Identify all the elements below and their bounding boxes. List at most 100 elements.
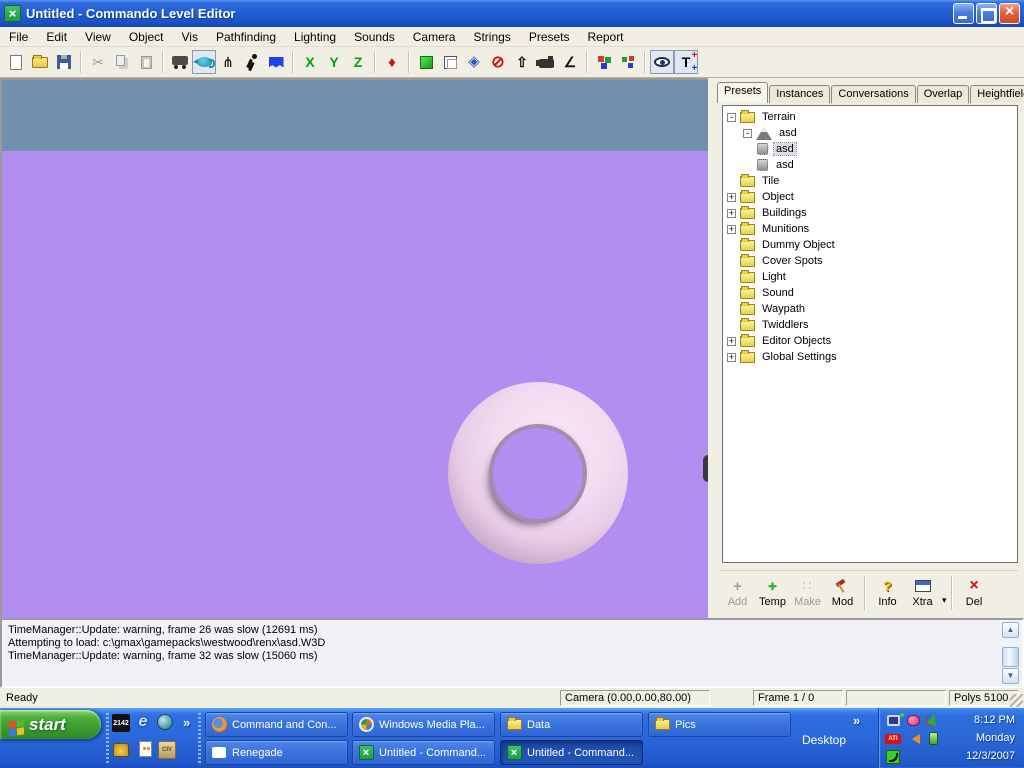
tree-item-object[interactable]: + Object — [725, 189, 1015, 205]
desktop-toolbar-chevron[interactable]: » — [853, 713, 860, 728]
torus-object[interactable] — [448, 382, 628, 564]
task-renegade[interactable]: Renegade — [205, 740, 348, 765]
wire-cube-button[interactable] — [438, 50, 462, 74]
menu-view[interactable]: View — [76, 28, 120, 46]
walk-mode-button[interactable] — [240, 50, 264, 74]
tree-item-munitions[interactable]: + Munitions — [725, 221, 1015, 237]
save-button[interactable] — [52, 50, 76, 74]
temp-button[interactable]: + Temp — [755, 573, 790, 613]
taskband-handle[interactable] — [198, 713, 201, 763]
tab-conversations[interactable]: Conversations — [831, 85, 915, 103]
menu-sounds[interactable]: Sounds — [345, 28, 404, 46]
task-untitled-commando-2[interactable]: Untitled - Command... — [500, 740, 643, 765]
expand-icon[interactable]: + — [727, 225, 736, 234]
x-axis-button[interactable]: X — [298, 50, 322, 74]
ati-tray-icon[interactable]: ATI — [885, 731, 901, 747]
scroll-up-icon[interactable]: ▲ — [1002, 622, 1019, 638]
maximize-button[interactable] — [976, 3, 997, 24]
vis-disable-button[interactable]: ⊘ — [486, 50, 510, 74]
tree-item-global-settings[interactable]: + Global Settings — [725, 349, 1015, 365]
dolly-camera-button[interactable] — [168, 50, 192, 74]
copy-button[interactable] — [110, 50, 134, 74]
expand-icon[interactable]: + — [727, 353, 736, 362]
scatter-cubes-button[interactable] — [616, 50, 640, 74]
quicklaunch-2142-icon[interactable]: 2142 — [112, 714, 130, 732]
make-button[interactable]: ∷ Make — [790, 573, 825, 613]
expand-icon[interactable]: + — [727, 193, 736, 202]
tree-item-editor-objects[interactable]: + Editor Objects — [725, 333, 1015, 349]
info-button[interactable]: ? Info — [870, 573, 905, 613]
device-tray-icon[interactable] — [925, 730, 941, 746]
messenger-tray-icon[interactable] — [905, 712, 921, 728]
tree-item-asd[interactable]: - asd — [725, 125, 1015, 141]
teapot-render-button[interactable] — [192, 50, 216, 74]
xtra-button[interactable]: Xtra — [905, 573, 940, 613]
expand-icon[interactable]: + — [727, 337, 736, 346]
log-output[interactable]: TimeManager::Update: warning, frame 26 w… — [0, 618, 1024, 688]
tree-item-asd-child[interactable]: asd — [725, 157, 1015, 173]
camera-button[interactable] — [534, 50, 558, 74]
menu-object[interactable]: Object — [120, 28, 173, 46]
task-windows-media-player[interactable]: Windows Media Pla... — [352, 712, 495, 737]
start-button[interactable]: start — [0, 710, 101, 739]
tree-item-cover-spots[interactable]: Cover Spots — [725, 253, 1015, 269]
tab-heightfield[interactable]: Heightfield — [970, 85, 1024, 103]
menu-pathfinding[interactable]: Pathfinding — [207, 28, 285, 46]
task-untitled-commando-1[interactable]: Untitled - Command... — [352, 740, 495, 765]
spinner-button[interactable]: ♦ — [380, 50, 404, 74]
quicklaunch-document-icon[interactable] — [136, 740, 154, 758]
tree-item-tile[interactable]: Tile — [725, 173, 1015, 189]
3d-viewport[interactable] — [0, 78, 708, 618]
menu-presets[interactable]: Presets — [520, 28, 579, 46]
new-button[interactable] — [4, 50, 28, 74]
task-pics-folder[interactable]: Pics — [648, 712, 791, 737]
resize-grip[interactable] — [1010, 694, 1023, 707]
solid-cube-button[interactable] — [414, 50, 438, 74]
tree-item-dummy-object[interactable]: Dummy Object — [725, 237, 1015, 253]
tree-item-twiddlers[interactable]: Twiddlers — [725, 317, 1015, 333]
vis-point-button[interactable]: ◈ — [462, 50, 486, 74]
xtra-dropdown-arrow[interactable]: ▾ — [942, 595, 947, 606]
tab-instances[interactable]: Instances — [769, 85, 830, 103]
tree-item-sound[interactable]: Sound — [725, 285, 1015, 301]
quicklaunch-chevron[interactable]: » — [183, 715, 190, 730]
minimize-button[interactable] — [953, 3, 974, 24]
cut-button[interactable]: ✂ — [86, 50, 110, 74]
add-button[interactable]: + Add — [720, 573, 755, 613]
volume-tray-icon[interactable] — [905, 731, 921, 747]
tree-item-asd-child[interactable]: asd — [725, 141, 1015, 157]
del-button[interactable]: × Del — [957, 573, 992, 613]
tab-overlap[interactable]: Overlap — [917, 85, 970, 103]
menu-lighting[interactable]: Lighting — [285, 28, 345, 46]
tree-item-buildings[interactable]: + Buildings — [725, 205, 1015, 221]
log-scrollbar[interactable]: ▲ ▼ — [1002, 622, 1019, 684]
tree-item-waypath[interactable]: Waypath — [725, 301, 1015, 317]
tree-item-terrain[interactable]: - Terrain — [725, 109, 1015, 125]
quicklaunch-game-icon[interactable] — [112, 741, 130, 759]
task-data-folder[interactable]: Data — [500, 712, 643, 737]
quicklaunch-globe-icon[interactable] — [156, 713, 174, 731]
close-button[interactable] — [999, 3, 1020, 24]
expand-icon[interactable]: + — [727, 209, 736, 218]
text-overlay-button[interactable]: T++ — [674, 50, 698, 74]
menu-report[interactable]: Report — [579, 28, 633, 46]
quicklaunch-ie-icon[interactable]: e — [134, 713, 152, 731]
polygon-button[interactable]: ∠ — [558, 50, 582, 74]
vis-raise-button[interactable]: ⇧ — [510, 50, 534, 74]
scroll-thumb[interactable] — [1002, 647, 1019, 667]
connection-tray-icon[interactable] — [885, 749, 901, 765]
menu-edit[interactable]: Edit — [37, 28, 76, 46]
desktop-toolbar-label[interactable]: Desktop — [802, 733, 846, 747]
rgb-cubes-button[interactable] — [592, 50, 616, 74]
scroll-down-icon[interactable]: ▼ — [1002, 668, 1019, 684]
collapse-icon[interactable]: - — [743, 129, 752, 138]
tab-presets[interactable]: Presets — [717, 82, 768, 103]
menu-camera[interactable]: Camera — [404, 28, 465, 46]
open-button[interactable] — [28, 50, 52, 74]
quicklaunch-handle[interactable] — [106, 713, 109, 763]
network-tray-icon[interactable] — [885, 712, 901, 728]
y-axis-button[interactable]: Y — [322, 50, 346, 74]
mod-button[interactable]: Mod — [825, 573, 860, 613]
collapse-icon[interactable]: - — [727, 113, 736, 122]
presets-tree[interactable]: - Terrain - asd asd asd — [722, 105, 1018, 563]
